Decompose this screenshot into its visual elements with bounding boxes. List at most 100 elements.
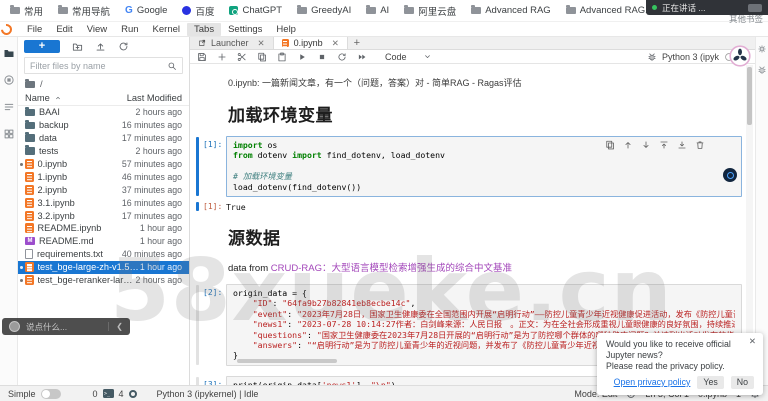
yes-button[interactable]: Yes <box>697 375 724 389</box>
ai-assistant-button[interactable] <box>723 168 737 182</box>
danmaku-collapse-icon[interactable]: ❮ <box>108 322 123 331</box>
cell-type-dropdown[interactable]: Code <box>385 52 432 62</box>
menu-file[interactable]: File <box>20 23 49 36</box>
no-button[interactable]: No <box>730 375 754 389</box>
markdown-heading-cell[interactable]: 加载环境变量 <box>228 101 741 126</box>
bookmark-item[interactable]: AI <box>366 5 389 16</box>
tab-launcher[interactable]: Launcher ✕ <box>190 37 274 49</box>
bookmark-item[interactable]: Advanced RAG <box>471 5 551 16</box>
kernel-count-icon[interactable] <box>128 389 137 398</box>
bookmark-item[interactable]: Advanced RAG1 <box>565 5 650 16</box>
simple-mode-toggle[interactable] <box>40 388 61 399</box>
markdown-intro-cell[interactable]: 0.ipynb: 一篇新闻文章，有一个（问题，答案）对 - 简单RAG - Ra… <box>228 76 741 89</box>
name-column-header[interactable]: Name <box>25 93 50 103</box>
terminal-icon[interactable] <box>102 389 114 398</box>
tab-label: Launcher <box>211 38 249 48</box>
open-privacy-policy-link[interactable]: Open privacy policy <box>614 377 691 388</box>
bookmark-item[interactable]: ChatGPT <box>229 5 282 16</box>
menu-kernel[interactable]: Kernel <box>146 23 187 36</box>
file-filter-box[interactable] <box>24 57 183 74</box>
delete-cell-icon[interactable] <box>695 140 705 150</box>
insert-above-cell-icon[interactable] <box>659 140 669 150</box>
menu-tabs[interactable]: Tabs <box>187 22 222 36</box>
cut-cells-icon[interactable] <box>237 52 247 62</box>
bookmark-item[interactable]: 常用 <box>10 4 43 18</box>
file-row[interactable]: 1.ipynb 46 minutes ago <box>18 170 189 183</box>
danmaku-placeholder[interactable]: 说点什么... <box>26 321 67 333</box>
file-row[interactable]: test_bge-large-zh-v1.5.ipynb1 hour ago <box>18 260 189 274</box>
file-filter-input[interactable] <box>30 60 167 71</box>
debugger-bug-icon[interactable] <box>647 52 657 62</box>
sidebar-toc-icon[interactable] <box>3 101 15 113</box>
crud-rag-link[interactable]: CRUD-RAG：大型语言模型检索增强生成的综合中文基准 <box>271 263 512 274</box>
restart-kernel-icon[interactable] <box>337 52 347 62</box>
file-row[interactable]: tests 2 hours ago <box>18 145 189 158</box>
bookmark-item[interactable]: 阿里云盘 <box>404 4 456 18</box>
scrollbar-thumb[interactable] <box>747 67 752 125</box>
file-row[interactable]: 2.ipynb 37 minutes ago <box>18 183 189 196</box>
bookmark-item[interactable]: 常用导航 <box>58 4 110 18</box>
duplicate-cell-icon[interactable] <box>605 140 615 150</box>
bookmark-item[interactable]: 百度 <box>182 4 214 18</box>
kernel-status[interactable]: Python 3 (ipykernel) | Idle <box>157 389 259 399</box>
cell-collapser[interactable] <box>196 137 199 197</box>
file-row[interactable]: README.ipynb 1 hour ago <box>18 222 189 235</box>
menu-view[interactable]: View <box>80 23 114 36</box>
file-row[interactable]: 0.ipynb 57 minutes ago <box>18 158 189 171</box>
menu-settings[interactable]: Settings <box>221 23 269 36</box>
file-row[interactable]: BAAI 2 hours ago <box>18 106 189 119</box>
file-row[interactable]: README.md 1 hour ago <box>18 235 189 248</box>
output-collapser[interactable] <box>196 202 199 212</box>
stop-kernel-icon[interactable] <box>317 52 327 62</box>
code-cell[interactable]: [1]: import os from dotenv import find_dot… <box>190 136 755 198</box>
new-tab-button[interactable]: + <box>348 37 366 49</box>
refresh-icon[interactable] <box>118 41 129 52</box>
close-tab-icon[interactable]: ✕ <box>258 39 265 48</box>
modified-column-header[interactable]: Last Modified <box>127 93 182 103</box>
run-all-icon[interactable] <box>357 52 367 62</box>
menu-edit[interactable]: Edit <box>49 23 79 36</box>
move-down-cell-icon[interactable] <box>641 140 651 150</box>
menu-run[interactable]: Run <box>114 23 145 36</box>
code-editor[interactable]: import os from dotenv import find_dotenv,… <box>226 136 742 198</box>
close-icon[interactable]: ✕ <box>749 337 756 346</box>
sidebar-files-icon[interactable] <box>3 47 15 59</box>
danmaku-bar[interactable]: 说点什么... ❮ <box>2 318 130 335</box>
file-row[interactable]: 3.1.ipynb 16 minutes ago <box>18 196 189 209</box>
close-tab-icon[interactable]: ✕ <box>332 39 339 48</box>
new-launcher-button[interactable]: + <box>24 40 60 53</box>
file-list-header[interactable]: Name Last Modified <box>18 92 189 106</box>
horizontal-scrollbar-thumb[interactable] <box>237 358 337 363</box>
notebook-toolbar: Code Python 3 (ipyk <box>190 50 755 64</box>
menu-help[interactable]: Help <box>269 23 303 36</box>
file-row[interactable]: requirements.txt 40 minutes ago <box>18 248 189 261</box>
file-row[interactable]: backup 16 minutes ago <box>18 119 189 132</box>
right-debugger-icon[interactable] <box>757 65 767 75</box>
markdown-paragraph-cell[interactable]: data from CRUD-RAG：大型语言模型检索增强生成的综合中文基准 <box>228 260 741 274</box>
breadcrumb[interactable]: / <box>18 77 189 92</box>
sidebar-extensions-icon[interactable] <box>3 128 15 140</box>
right-property-inspector-icon[interactable] <box>757 44 767 54</box>
markdown-heading-cell[interactable]: 源数据 <box>228 224 741 249</box>
paste-cells-icon[interactable] <box>277 52 287 62</box>
run-cell-icon[interactable] <box>297 52 307 62</box>
cell-collapser[interactable] <box>196 285 199 365</box>
move-up-cell-icon[interactable] <box>623 140 633 150</box>
bookmark-item[interactable]: G Google <box>125 5 167 16</box>
file-row[interactable]: 3.2.ipynb 17 minutes ago <box>18 209 189 222</box>
sidebar-running-icon[interactable] <box>3 74 15 86</box>
tab-0-ipynb[interactable]: 0.ipynb ✕ <box>273 37 348 49</box>
file-modified: 2 hours ago <box>135 107 182 118</box>
kernel-name[interactable]: Python 3 (ipyk <box>662 52 719 62</box>
upload-icon[interactable] <box>95 41 106 52</box>
new-folder-icon[interactable] <box>72 41 83 52</box>
insert-cell-icon[interactable] <box>217 52 227 62</box>
insert-below-cell-icon[interactable] <box>677 140 687 150</box>
cell-collapser[interactable] <box>196 376 199 385</box>
save-icon[interactable] <box>197 52 207 62</box>
file-row[interactable]: data 17 minutes ago <box>18 132 189 145</box>
copy-cells-icon[interactable] <box>257 52 267 62</box>
code-line: "event": "2023年7月28日，国家卫生健康委在全国范围内开展“启明行… <box>233 309 735 319</box>
file-row[interactable]: test_bge-reranker-large.ipynb2 hours ago <box>18 274 189 287</box>
bookmark-item[interactable]: GreedyAI <box>297 5 351 16</box>
